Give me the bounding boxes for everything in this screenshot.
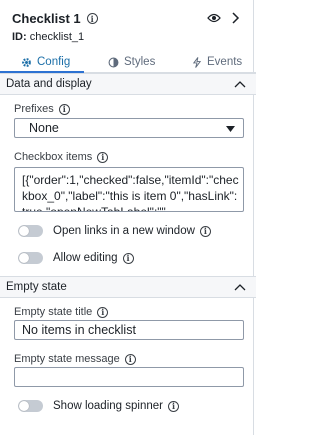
- toggle-switch[interactable]: [18, 225, 43, 237]
- tab-events-label: Events: [207, 56, 243, 68]
- gear-icon: [22, 57, 31, 67]
- empty-state-title-label: Empty state title i: [14, 306, 109, 318]
- info-icon[interactable]: i: [97, 151, 109, 163]
- chevron-up-icon[interactable]: [234, 283, 246, 291]
- empty-state-title-value: No items in checklist: [22, 323, 136, 337]
- allow-editing-label: Allow editing: [53, 252, 118, 264]
- empty-state-message-input[interactable]: [14, 367, 244, 387]
- show-loading-spinner-toggle[interactable]: Show loading spinner i: [18, 400, 179, 412]
- checkbox-items-textarea[interactable]: [{"order":1,"checked":false,"itemId":"ch…: [14, 167, 244, 212]
- section-title: Empty state: [6, 281, 67, 293]
- empty-state-message-label-text: Empty state message: [14, 353, 120, 365]
- empty-state-title-label-text: Empty state title: [14, 306, 93, 318]
- tab-bar: Config Styles Events: [0, 51, 256, 73]
- prefixes-label: Prefixes i: [14, 103, 70, 115]
- section-header-data-display[interactable]: Data and display: [0, 73, 256, 95]
- show-loading-spinner-label: Show loading spinner: [53, 400, 163, 412]
- open-links-new-window-toggle[interactable]: Open links in a new window i: [18, 225, 211, 237]
- checkbox-items-label: Checkbox items i: [14, 151, 109, 163]
- chevron-up-icon[interactable]: [234, 80, 246, 88]
- info-icon[interactable]: i: [122, 252, 134, 264]
- empty-state-title-input[interactable]: No items in checklist: [14, 320, 244, 340]
- toggle-knob: [19, 253, 29, 263]
- info-icon[interactable]: i: [167, 400, 179, 412]
- empty-state-message-label: Empty state message i: [14, 353, 136, 365]
- panel-header: Checklist 1 i ID: checklist_1: [0, 0, 256, 46]
- tab-config[interactable]: Config: [21, 51, 70, 73]
- widget-title: Checklist 1: [12, 11, 81, 26]
- tab-styles[interactable]: Styles: [108, 51, 155, 73]
- eye-icon[interactable]: [207, 12, 221, 24]
- widget-title-row: Checklist 1 i: [12, 11, 98, 26]
- tab-styles-label: Styles: [124, 56, 156, 68]
- section-header-empty-state[interactable]: Empty state: [0, 276, 256, 298]
- tab-events[interactable]: Events: [192, 51, 242, 73]
- prefixes-label-text: Prefixes: [14, 103, 54, 115]
- widget-id: ID: checklist_1: [12, 31, 84, 43]
- tab-config-label: Config: [37, 56, 71, 68]
- caret-down-icon: [226, 126, 235, 132]
- open-links-label: Open links in a new window: [53, 225, 195, 237]
- prefixes-select-value: None: [29, 121, 59, 135]
- info-icon[interactable]: i: [97, 306, 109, 318]
- toggle-knob: [19, 226, 29, 236]
- info-icon[interactable]: i: [86, 13, 98, 24]
- widget-id-label: ID:: [12, 31, 27, 43]
- lightning-icon: [192, 56, 202, 68]
- toggle-switch[interactable]: [18, 252, 43, 264]
- info-icon[interactable]: i: [199, 225, 211, 237]
- toggle-switch[interactable]: [18, 400, 43, 412]
- toggle-knob: [19, 401, 29, 411]
- info-icon[interactable]: i: [124, 353, 136, 365]
- chevron-right-icon[interactable]: [229, 11, 241, 25]
- checkbox-items-label-text: Checkbox items: [14, 151, 93, 163]
- widget-id-value: checklist_1: [29, 31, 85, 43]
- info-icon[interactable]: i: [58, 103, 70, 115]
- prefixes-select[interactable]: None: [14, 118, 244, 138]
- allow-editing-toggle[interactable]: Allow editing i: [18, 252, 134, 264]
- section-title: Data and display: [6, 78, 92, 90]
- palette-icon: [108, 57, 119, 67]
- checkbox-items-value: [{"order":1,"checked":false,"itemId":"ch…: [22, 173, 239, 212]
